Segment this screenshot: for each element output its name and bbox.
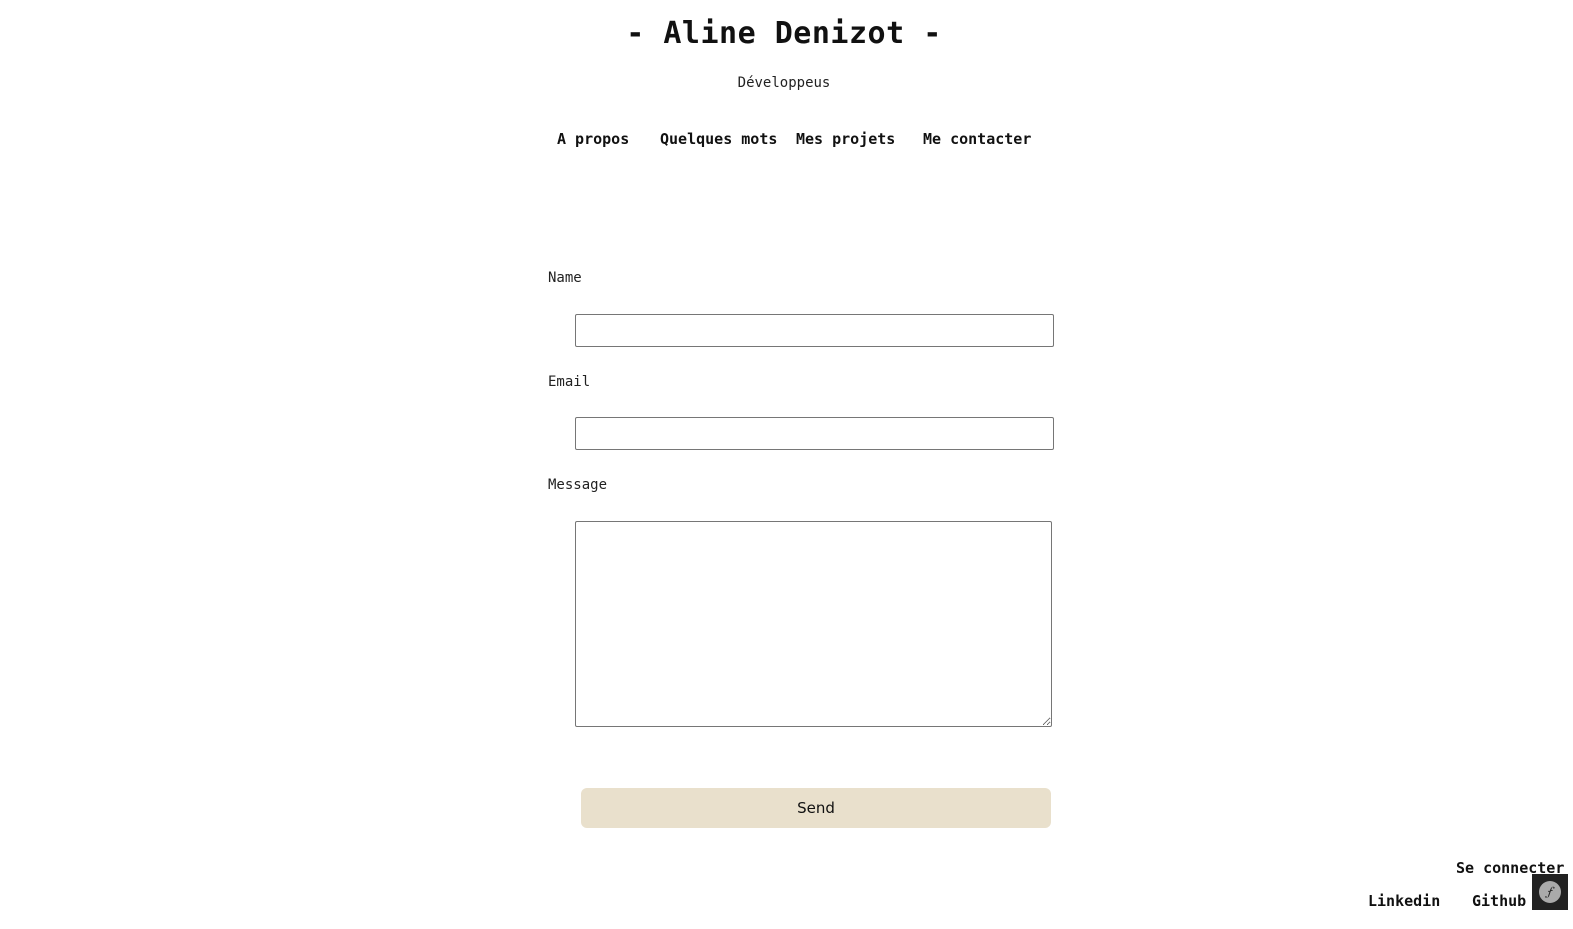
symfony-logo-icon <box>1539 881 1561 903</box>
nav-link-about[interactable]: A propos <box>557 130 629 148</box>
contact-form: Name Email Message Send <box>548 268 1058 838</box>
nav-link-quelques-mots[interactable]: Quelques mots <box>660 130 777 148</box>
email-label: Email <box>548 374 591 390</box>
symfony-toolbar-toggle[interactable] <box>1532 874 1568 910</box>
name-label: Name <box>548 270 582 286</box>
github-link[interactable]: Github <box>1472 892 1526 910</box>
site-subtitle: Développeus <box>737 75 831 91</box>
nav-link-projects[interactable]: Mes projets <box>796 130 895 148</box>
footer-social-links: Linkedin Github <box>0 892 1568 914</box>
linkedin-link[interactable]: Linkedin <box>1368 892 1440 910</box>
message-textarea[interactable] <box>575 521 1052 727</box>
nav-link-contact[interactable]: Me contacter <box>923 130 1031 148</box>
message-label: Message <box>548 477 608 493</box>
site-title: - Aline Denizot - <box>626 16 942 51</box>
main-nav: A propos Quelques mots Mes projets Me co… <box>0 130 1568 152</box>
send-button[interactable]: Send <box>581 788 1051 828</box>
name-input[interactable] <box>575 314 1054 347</box>
email-input[interactable] <box>575 417 1054 450</box>
